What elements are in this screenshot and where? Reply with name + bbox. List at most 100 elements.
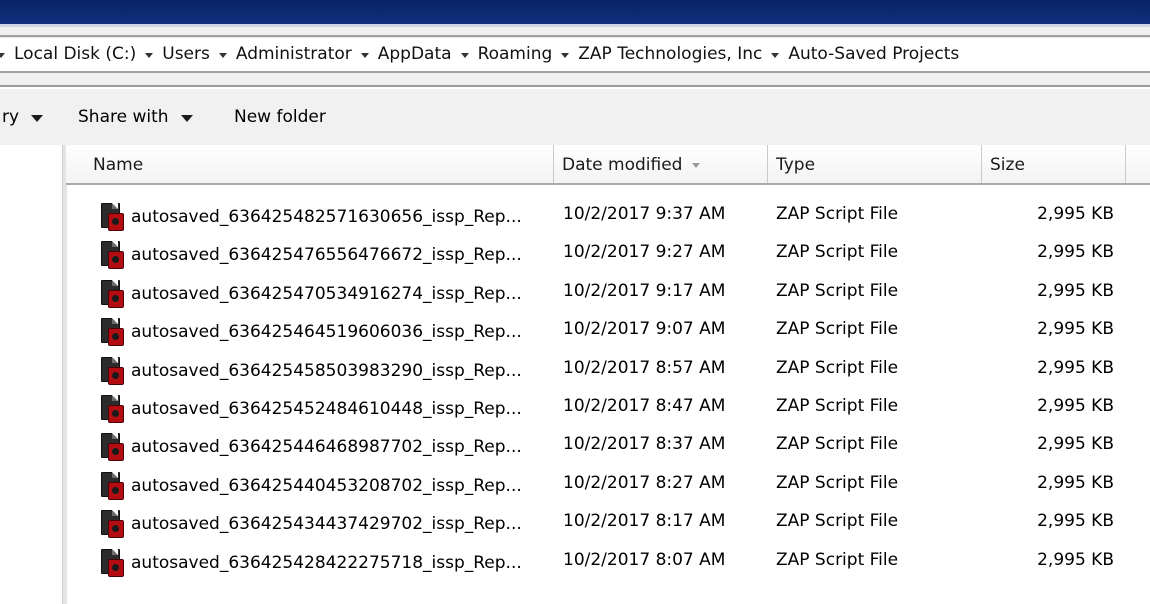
file-row[interactable]: autosaved_636425434437429702_issp_Rep...… [66, 502, 1150, 540]
column-header-date-modified[interactable]: Date modified [554, 145, 768, 183]
column-header-type-label: Type [776, 155, 816, 175]
file-row[interactable]: autosaved_636425452484610448_issp_Rep...… [66, 387, 1150, 425]
file-size: 2,995 KB [1037, 511, 1114, 532]
zap-script-file-icon [99, 241, 125, 270]
file-size: 2,995 KB [1037, 549, 1114, 570]
column-header-size[interactable]: Size [982, 145, 1126, 183]
file-type: ZAP Script File [776, 472, 899, 493]
file-type: ZAP Script File [776, 357, 899, 378]
file-row[interactable]: autosaved_636425464519606036_issp_Rep...… [66, 310, 1150, 348]
file-name-cell: autosaved_636425476556476672_issp_Rep... [99, 241, 522, 270]
new-folder-button[interactable]: New folder [234, 107, 326, 127]
file-name: autosaved_636425482571630656_issp_Rep... [131, 207, 522, 227]
file-row[interactable]: autosaved_636425482571630656_issp_Rep...… [66, 195, 1150, 233]
file-type: ZAP Script File [776, 511, 899, 532]
caret-down-icon [180, 114, 193, 122]
chevron-down-icon[interactable] [218, 52, 227, 58]
zap-script-file-icon [99, 279, 125, 308]
file-date: 10/2/2017 8:37 AM [563, 434, 726, 455]
file-row[interactable]: autosaved_636425446468987702_issp_Rep...… [66, 425, 1150, 463]
file-size: 2,995 KB [1037, 357, 1114, 378]
file-type: ZAP Script File [776, 549, 899, 570]
file-row[interactable]: autosaved_636425458503983290_issp_Rep...… [66, 349, 1150, 387]
chevron-down-icon[interactable] [561, 52, 570, 58]
file-name-cell: autosaved_636425470534916274_issp_Rep... [99, 279, 522, 308]
chevron-down-icon[interactable] [360, 52, 369, 58]
file-name: autosaved_636425428422275718_issp_Rep... [131, 552, 522, 573]
window-titlebar [0, 0, 1150, 26]
file-type: ZAP Script File [776, 434, 899, 455]
file-date: 10/2/2017 8:47 AM [563, 395, 726, 416]
breadcrumb-users[interactable]: Users [162, 44, 210, 64]
file-type: ZAP Script File [776, 204, 899, 224]
column-header-name-label: Name [93, 155, 144, 175]
include-in-library-button[interactable]: ry [2, 107, 44, 127]
file-type: ZAP Script File [776, 280, 899, 301]
chevron-down-icon[interactable] [145, 52, 154, 58]
file-name-cell: autosaved_636425434437429702_issp_Rep... [99, 510, 522, 539]
column-header-name[interactable]: Name [66, 145, 554, 183]
file-name: autosaved_636425470534916274_issp_Rep... [131, 283, 522, 304]
file-row[interactable]: autosaved_636425428422275718_issp_Rep...… [66, 541, 1150, 579]
file-date: 10/2/2017 8:27 AM [563, 472, 726, 493]
chevron-down-icon[interactable] [0, 52, 5, 58]
sort-descending-icon [692, 162, 701, 168]
file-row[interactable]: autosaved_636425440453208702_issp_Rep...… [66, 464, 1150, 502]
column-header-size-label: Size [990, 155, 1025, 175]
file-row[interactable]: autosaved_636425470534916274_issp_Rep...… [66, 272, 1150, 310]
new-folder-label: New folder [234, 107, 326, 127]
column-header-type[interactable]: Type [768, 145, 982, 183]
breadcrumb-zap-technologies[interactable]: ZAP Technologies, Inc [578, 44, 762, 64]
column-header-date-label: Date modified [562, 155, 683, 175]
zap-script-file-icon [99, 394, 125, 423]
breadcrumb-administrator[interactable]: Administrator [236, 44, 352, 64]
file-name: autosaved_636425440453208702_issp_Rep... [131, 475, 522, 496]
navigation-pane[interactable] [0, 145, 62, 604]
file-name-cell: autosaved_636425428422275718_issp_Rep... [99, 548, 522, 577]
file-type: ZAP Script File [776, 395, 899, 416]
file-row[interactable]: autosaved_636425476556476672_issp_Rep...… [66, 233, 1150, 271]
breadcrumb-local-disk[interactable]: Local Disk (C:) [14, 44, 136, 64]
zap-script-file-icon [99, 471, 125, 500]
file-size: 2,995 KB [1037, 204, 1114, 224]
file-name-cell: autosaved_636425452484610448_issp_Rep... [99, 394, 522, 423]
breadcrumb-auto-saved-projects[interactable]: Auto-Saved Projects [788, 44, 959, 64]
chevron-down-icon[interactable] [460, 52, 469, 58]
zap-script-file-icon [99, 510, 125, 539]
file-size: 2,995 KB [1037, 434, 1114, 455]
include-in-library-label: ry [2, 107, 20, 127]
file-name: autosaved_636425434437429702_issp_Rep... [131, 514, 522, 535]
zap-script-file-icon [99, 356, 125, 385]
file-name-cell: autosaved_636425446468987702_issp_Rep... [99, 433, 522, 462]
breadcrumb-roaming[interactable]: Roaming [478, 44, 553, 64]
file-size: 2,995 KB [1037, 280, 1114, 301]
file-name-cell: autosaved_636425458503983290_issp_Rep... [99, 356, 522, 385]
file-list: autosaved_636425482571630656_issp_Rep...… [66, 195, 1150, 579]
file-type: ZAP Script File [776, 242, 899, 263]
file-date: 10/2/2017 9:27 AM [563, 242, 726, 263]
file-date: 10/2/2017 9:37 AM [563, 204, 726, 224]
breadcrumb: Local Disk (C:) Users Administrator AppD… [0, 42, 959, 66]
file-size: 2,995 KB [1037, 319, 1114, 340]
file-size: 2,995 KB [1037, 395, 1114, 416]
file-name-cell: autosaved_636425464519606036_issp_Rep... [99, 318, 522, 347]
file-type: ZAP Script File [776, 319, 899, 340]
zap-script-file-icon [99, 548, 125, 577]
file-name-cell: autosaved_636425440453208702_issp_Rep... [99, 471, 522, 500]
breadcrumb-appdata[interactable]: AppData [378, 44, 452, 64]
file-name: autosaved_636425458503983290_issp_Rep... [131, 360, 522, 381]
chevron-down-icon[interactable] [771, 52, 780, 58]
share-with-button[interactable]: Share with [78, 107, 193, 127]
address-box[interactable]: Local Disk (C:) Users Administrator AppD… [0, 35, 1150, 73]
file-date: 10/2/2017 9:17 AM [563, 280, 726, 301]
command-bar: ry Share with New folder [0, 85, 1150, 147]
zap-script-file-icon [99, 203, 125, 231]
file-name: autosaved_636425446468987702_issp_Rep... [131, 437, 522, 458]
file-size: 2,995 KB [1037, 242, 1114, 263]
zap-script-file-icon [99, 433, 125, 462]
file-date: 10/2/2017 9:07 AM [563, 319, 726, 340]
file-name: autosaved_636425476556476672_issp_Rep... [131, 245, 522, 266]
column-header-extra[interactable] [1126, 145, 1150, 183]
file-name: autosaved_636425452484610448_issp_Rep... [131, 398, 522, 419]
file-date: 10/2/2017 8:17 AM [563, 511, 726, 532]
